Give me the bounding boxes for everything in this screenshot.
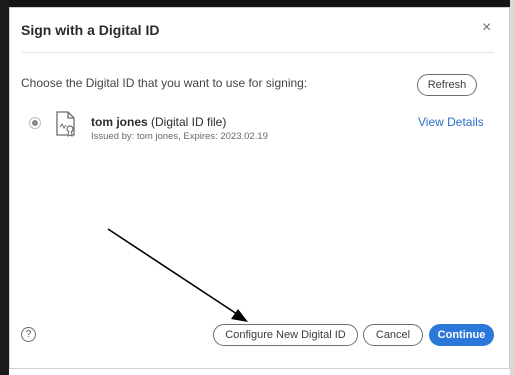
refresh-button[interactable]: Refresh	[417, 74, 477, 96]
digital-id-issued-info: Issued by: tom jones, Expires: 2023.02.1…	[91, 131, 268, 142]
digital-id-type: (Digital ID file)	[147, 115, 227, 129]
continue-button[interactable]: Continue	[429, 324, 494, 346]
view-details-link[interactable]: View Details	[418, 115, 484, 129]
certificate-file-icon	[56, 111, 75, 137]
close-icon[interactable]: ×	[482, 20, 491, 36]
window-frame-top	[0, 0, 514, 7]
window-frame-left	[0, 0, 9, 375]
sign-with-digital-id-dialog	[9, 7, 510, 369]
header-divider	[22, 52, 494, 53]
configure-new-digital-id-button[interactable]: Configure New Digital ID	[213, 324, 358, 346]
digital-id-radio[interactable]	[29, 117, 41, 129]
cancel-button[interactable]: Cancel	[363, 324, 423, 346]
help-icon[interactable]: ?	[21, 327, 36, 342]
window-frame-right	[510, 0, 514, 375]
digital-id-name: tom jones	[91, 115, 148, 129]
digital-id-name-line: tom jones (Digital ID file)	[91, 115, 226, 129]
selection-prompt: Choose the Digital ID that you want to u…	[21, 76, 308, 90]
dialog-title: Sign with a Digital ID	[21, 22, 160, 38]
